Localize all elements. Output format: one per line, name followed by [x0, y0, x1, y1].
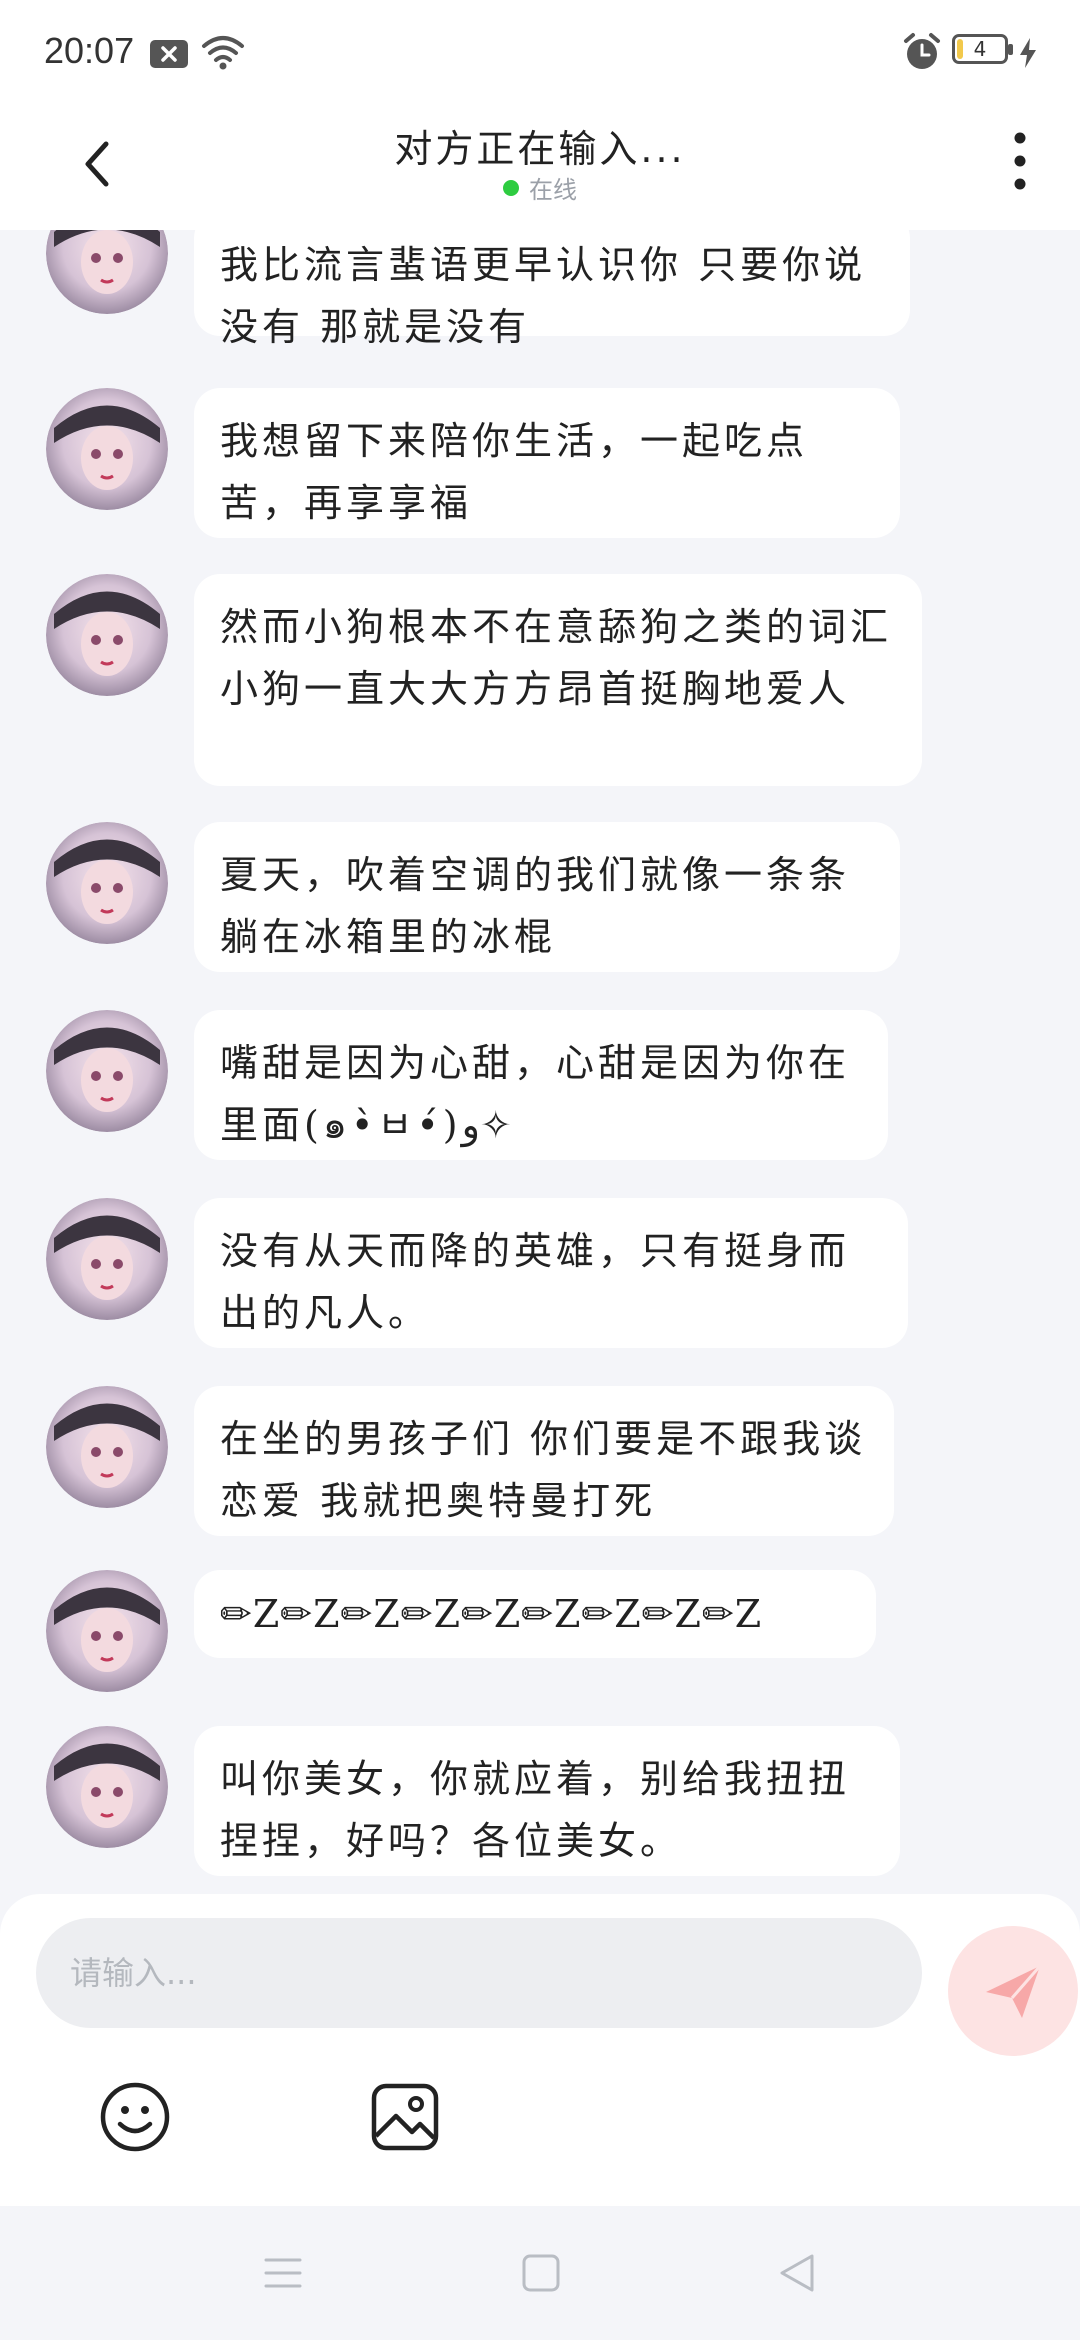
chat-header: 对方正在输入... 在线 [0, 104, 1080, 230]
message-bubble[interactable]: ✏Z✏Z✏Z✏Z✏Z✏Z✏Z✏Z✏Z [194, 1570, 876, 1658]
avatar-image [46, 230, 168, 314]
system-nav-bar [0, 2206, 1080, 2340]
message-bubble[interactable]: 然而小狗根本不在意舔狗之类的词汇 小狗一直大大方方昂首挺胸地爱人 [194, 574, 922, 786]
avatar-image [46, 574, 168, 696]
message-bubble[interactable]: 我想留下来陪你生活，一起吃点苦，再享享福 [194, 388, 900, 538]
charging-icon [1020, 38, 1036, 68]
avatar-image [46, 822, 168, 944]
avatar-image [46, 1570, 168, 1692]
avatar-image [46, 1198, 168, 1320]
message-bubble[interactable]: 夏天，吹着空调的我们就像一条条躺在冰箱里的冰棍 [194, 822, 900, 972]
battery-icon: 4 [952, 34, 1013, 64]
notification-off-icon [150, 40, 188, 68]
message-list[interactable]: 我比流言蜚语更早认识你 只要你说没有 那就是没有 我想留下来陪你生活，一起吃点苦… [0, 230, 1080, 1894]
avatar[interactable] [46, 1198, 168, 1320]
message-input[interactable] [36, 1918, 922, 2028]
avatar[interactable] [46, 822, 168, 944]
page-title: 对方正在输入... [394, 127, 686, 171]
message-bubble[interactable]: 嘴甜是因为心甜，心甜是因为你在里面(๑•̀ㅂ•́)و✧ [194, 1010, 888, 1160]
image-icon[interactable] [368, 2080, 442, 2154]
send-icon [986, 1965, 1042, 2018]
more-vertical-icon[interactable] [1000, 126, 1040, 196]
avatar[interactable] [46, 574, 168, 696]
online-status: 在线 [0, 170, 1080, 205]
avatar-image [46, 388, 168, 510]
avatar[interactable] [46, 1570, 168, 1692]
avatar[interactable] [46, 1726, 168, 1848]
message-bubble[interactable]: 叫你美女，你就应着，别给我扭扭捏捏，好吗？各位美女。 [194, 1726, 900, 1876]
back-icon[interactable] [774, 2250, 820, 2296]
status-time: 20:07 [44, 30, 135, 71]
battery-level: 4 [973, 37, 987, 61]
menu-icon[interactable] [260, 2250, 306, 2296]
avatar[interactable] [46, 1010, 168, 1132]
home-icon[interactable] [518, 2250, 564, 2296]
message-bubble[interactable]: 在坐的男孩子们 你们要是不跟我谈恋爱 我就把奥特曼打死 [194, 1386, 894, 1536]
online-status-text: 在线 [529, 176, 577, 204]
emoji-icon[interactable] [98, 2080, 172, 2154]
message-bubble[interactable]: 我比流言蜚语更早认识你 只要你说没有 那就是没有 [194, 230, 910, 349]
avatar[interactable] [46, 1386, 168, 1508]
alarm-icon [904, 33, 940, 69]
status-bar: 20:07 4 [0, 0, 1080, 104]
avatar[interactable] [46, 230, 168, 314]
send-button[interactable] [948, 1926, 1078, 2056]
avatar-image [46, 1010, 168, 1132]
wifi-icon [202, 36, 244, 70]
avatar-image [46, 1726, 168, 1848]
input-panel [0, 1894, 1080, 2206]
message-bubble[interactable]: 没有从天而降的英雄，只有挺身而出的凡人。 [194, 1198, 908, 1348]
online-dot [503, 180, 519, 196]
avatar-image [46, 1386, 168, 1508]
avatar[interactable] [46, 388, 168, 510]
